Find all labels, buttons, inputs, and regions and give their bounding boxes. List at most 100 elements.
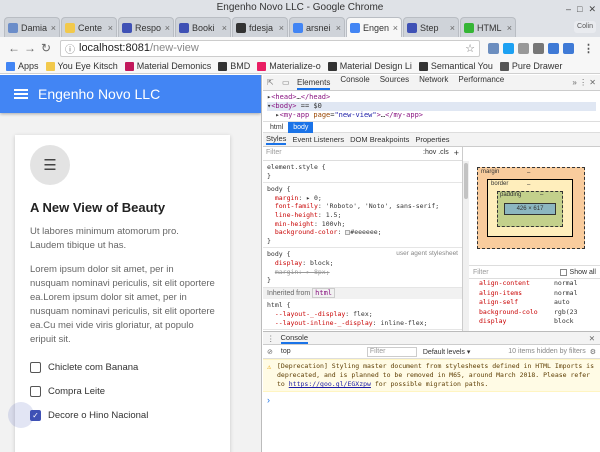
new-rule-icon[interactable]: +: [454, 149, 459, 158]
show-all-toggle[interactable]: Show all: [559, 268, 596, 276]
styles-filter[interactable]: Filter :hov .cls +: [263, 147, 462, 161]
address-bar[interactable]: ⓘ localhost:8081 /new-view ☆: [60, 39, 480, 57]
bookmark-label: You Eye Kitsch: [57, 61, 118, 71]
tab-close-icon[interactable]: ×: [336, 23, 341, 33]
tab-close-icon[interactable]: ×: [108, 23, 113, 33]
browser-tab[interactable]: fdesja ×: [232, 17, 288, 37]
bookmark-item[interactable]: Material Design Li: [327, 61, 412, 71]
extension-icon[interactable]: [518, 42, 529, 54]
browser-tab[interactable]: arsnei ×: [289, 17, 345, 37]
browser-tab[interactable]: Booki ×: [175, 17, 231, 37]
subtab-dom-breakpoints[interactable]: DOM Breakpoints: [350, 135, 409, 144]
console-warning: ⚠ [Deprecation] Styling master document …: [263, 359, 600, 392]
tab-close-icon[interactable]: ×: [165, 23, 170, 33]
browser-tab[interactable]: Cente ×: [61, 17, 117, 37]
tab-label: Engen: [363, 22, 390, 33]
back-icon[interactable]: ←: [6, 41, 22, 55]
tab-close-icon[interactable]: ×: [507, 23, 512, 33]
styles-filter-input[interactable]: Filter: [266, 149, 282, 158]
bookmark-item[interactable]: Pure Drawer: [499, 61, 562, 71]
browser-tab[interactable]: Engen ×: [346, 17, 402, 37]
computed-value: normal: [554, 279, 578, 287]
app-bar: Engenho Novo LLC: [0, 75, 261, 113]
migration-link[interactable]: https://goo.gl/EGXzpw: [289, 380, 371, 388]
site-info-icon[interactable]: ⓘ: [65, 41, 75, 56]
breadcrumb-item[interactable]: body: [288, 121, 314, 133]
more-tabs-icon[interactable]: » ⋮ ✕: [572, 78, 596, 87]
computed-row[interactable]: align-items normal: [469, 289, 600, 299]
bookmark-star-icon[interactable]: ☆: [465, 42, 475, 55]
bookmark-favicon-icon: [6, 61, 15, 71]
computed-filter[interactable]: Filter Show all: [469, 265, 600, 279]
context-select[interactable]: top: [281, 348, 361, 355]
extension-icon[interactable]: [548, 42, 559, 54]
checkbox-ripple: [8, 402, 34, 428]
bookmark-item[interactable]: Materialize-o: [257, 61, 321, 71]
browser-tab[interactable]: Step ×: [403, 17, 459, 37]
tab-close-icon[interactable]: ×: [51, 23, 56, 33]
tab-network[interactable]: Network: [419, 75, 448, 90]
subtab-properties[interactable]: Properties: [415, 135, 449, 144]
elements-tree[interactable]: ▸<head>…</head> ▾<body> == $0 ▸<my-app p…: [263, 91, 600, 121]
tab-performance[interactable]: Performance: [458, 75, 504, 90]
checkbox-row[interactable]: Chiclete com Banana: [30, 355, 215, 379]
tab-close-icon[interactable]: ×: [450, 23, 455, 33]
checkbox[interactable]: [30, 385, 41, 397]
drawer-menu-icon[interactable]: ⋮: [267, 334, 275, 343]
subtab-styles[interactable]: Styles: [266, 134, 287, 145]
card-title: A New View of Beauty: [30, 200, 166, 215]
computed-pane: Filter Show all align-content normal align…: [469, 265, 600, 331]
log-levels-select[interactable]: Default levels ▾: [423, 348, 471, 356]
tab-console[interactable]: Console: [280, 333, 309, 344]
browser-tab[interactable]: HTML ×: [460, 17, 516, 37]
hov-cls-toggle[interactable]: :hov .cls: [423, 149, 449, 158]
computed-row[interactable]: display block: [469, 317, 600, 327]
checkbox-row[interactable]: Compra Leite: [30, 379, 215, 403]
checkbox[interactable]: [30, 361, 41, 373]
computed-filter-input[interactable]: Filter: [473, 269, 489, 276]
tab-favicon-icon: [122, 22, 132, 33]
dom-node[interactable]: ▸<my-app page="new-view">…</my-app>: [267, 111, 596, 120]
window-titlebar: Engenho Novo LLC - Google Chrome – □ ✕: [0, 0, 600, 15]
inspect-icon[interactable]: ⇱: [267, 78, 276, 87]
dom-node-selected[interactable]: ▾<body> == $0: [267, 102, 596, 111]
computed-row[interactable]: background-colo rgb(23: [469, 308, 600, 318]
browser-tab[interactable]: Respo ×: [118, 17, 174, 37]
device-toolbar-icon[interactable]: ▭: [282, 78, 291, 87]
tab-close-icon[interactable]: ×: [222, 23, 227, 33]
tab-elements[interactable]: Elements: [297, 75, 331, 90]
bookmark-item[interactable]: You Eye Kitsch: [45, 61, 118, 71]
checkbox-row[interactable]: ✓ Decore o Hino Nacional: [30, 403, 215, 427]
forward-icon[interactable]: →: [22, 41, 38, 55]
bookmark-item[interactable]: Material Demonics: [124, 61, 211, 71]
tab-close-icon[interactable]: ×: [393, 23, 398, 33]
dom-node[interactable]: ▸<head>…</head>: [267, 93, 596, 102]
extension-icon[interactable]: [488, 42, 499, 54]
bookmark-item[interactable]: BMD: [218, 61, 250, 71]
console-prompt[interactable]: ›: [263, 392, 600, 408]
browser-menu-icon[interactable]: ⋮: [583, 42, 594, 55]
clear-console-icon[interactable]: ⊘: [267, 348, 273, 356]
browser-tab[interactable]: Damia ×: [4, 17, 60, 37]
drawer-tabs: ⋮ Console ✕: [263, 332, 600, 345]
computed-row[interactable]: align-content normal: [469, 279, 600, 289]
profile-button[interactable]: Colin: [574, 21, 596, 33]
tab-sources[interactable]: Sources: [380, 75, 409, 90]
extension-icon[interactable]: [533, 42, 544, 54]
breadcrumb-item[interactable]: html: [265, 122, 288, 133]
url-host: localhost:8081: [79, 42, 150, 54]
close-drawer-icon[interactable]: ✕: [589, 334, 595, 343]
subtab-event-listeners[interactable]: Event Listeners: [292, 135, 344, 144]
console-filter-input[interactable]: Filter: [366, 346, 417, 357]
tab-close-icon[interactable]: ×: [279, 23, 284, 33]
computed-row[interactable]: align-self auto: [469, 298, 600, 308]
extension-icon[interactable]: [563, 42, 574, 54]
bookmark-item[interactable]: Apps: [6, 61, 39, 71]
menu-icon[interactable]: [14, 89, 28, 99]
box-margin-value: –: [527, 170, 531, 176]
console-settings-icon[interactable]: ⚙: [590, 348, 596, 356]
reload-icon[interactable]: ↻: [38, 41, 54, 55]
twitter-extension-icon[interactable]: [503, 42, 514, 54]
tab-console[interactable]: Console: [340, 75, 369, 90]
bookmark-item[interactable]: Semantical You: [418, 61, 493, 71]
